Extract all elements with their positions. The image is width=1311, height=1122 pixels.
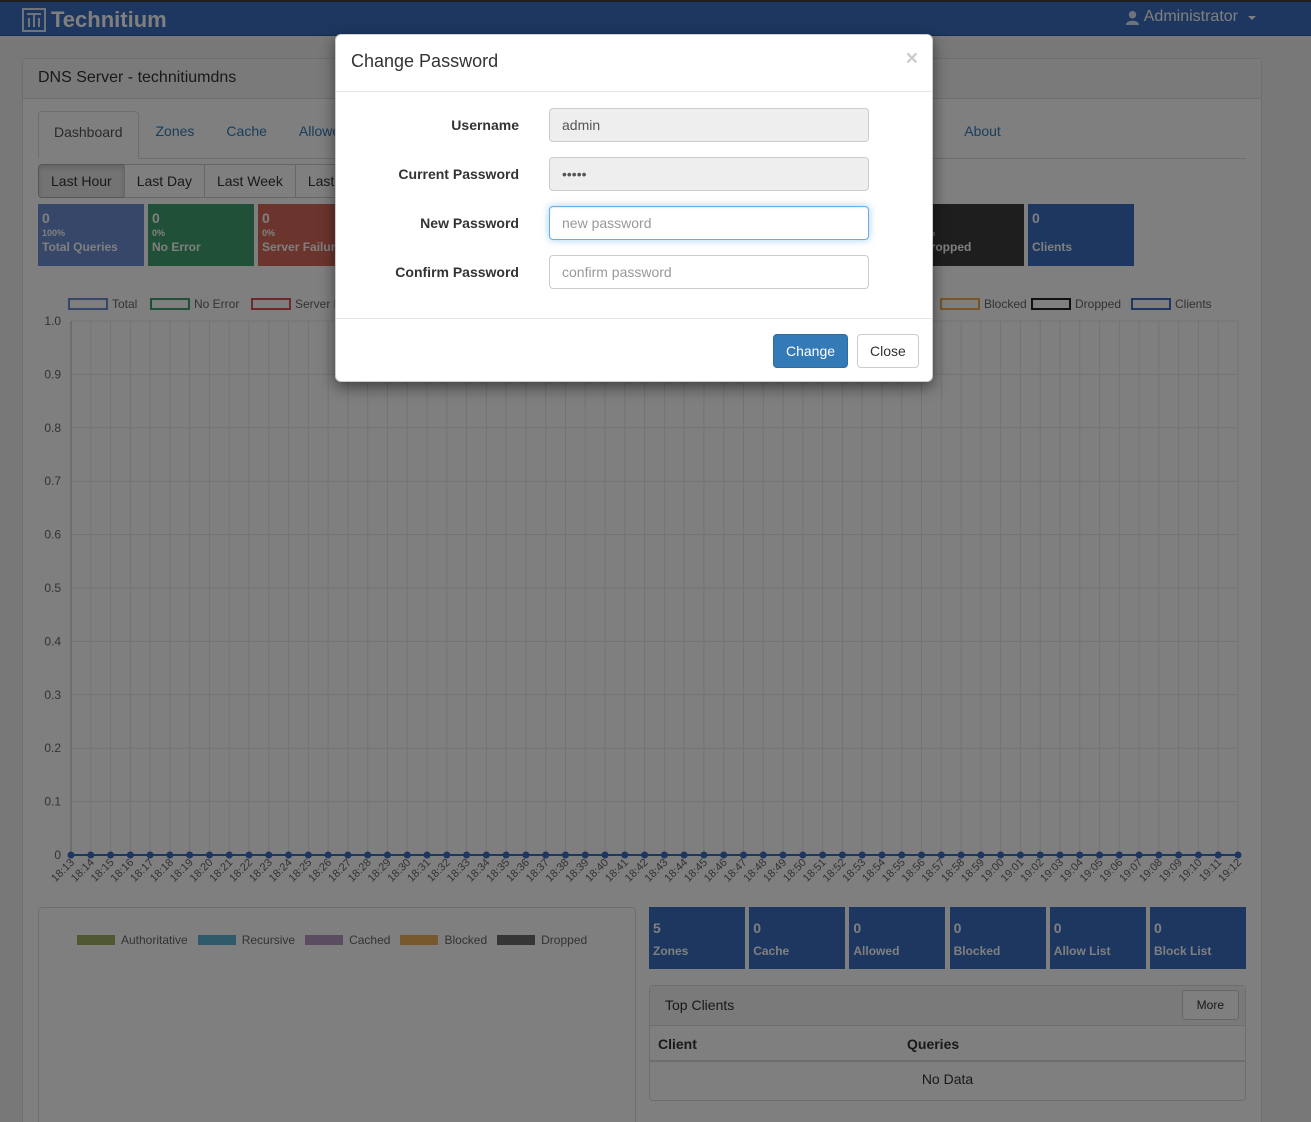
- confirm-password-field[interactable]: [549, 255, 869, 289]
- close-button[interactable]: Close: [857, 334, 919, 368]
- close-icon[interactable]: ×: [906, 48, 918, 69]
- username-field[interactable]: [549, 108, 869, 142]
- change-password-modal: Change Password × Username Current Passw…: [335, 34, 933, 382]
- username-row: Username: [336, 108, 932, 142]
- confirm-password-row: Confirm Password: [336, 255, 932, 289]
- modal-body: Username Current Password New Password C…: [336, 92, 932, 318]
- username-label: Username: [451, 117, 519, 133]
- change-button[interactable]: Change: [773, 334, 849, 368]
- current-password-label: Current Password: [398, 166, 519, 182]
- current-password-field[interactable]: [549, 157, 869, 191]
- new-password-row: New Password: [336, 206, 932, 240]
- confirm-password-label: Confirm Password: [395, 264, 519, 280]
- modal-header: Change Password ×: [336, 35, 932, 92]
- new-password-field[interactable]: [549, 206, 869, 240]
- modal-footer: Change Close: [336, 318, 932, 382]
- modal-title: Change Password: [351, 51, 499, 71]
- new-password-label: New Password: [420, 215, 519, 231]
- current-password-row: Current Password: [336, 157, 932, 191]
